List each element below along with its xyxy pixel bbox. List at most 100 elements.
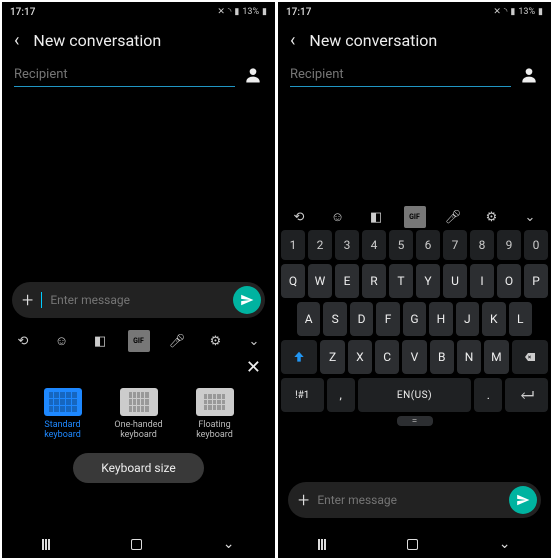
key-k[interactable]: K bbox=[482, 302, 505, 336]
key-f[interactable]: F bbox=[376, 302, 399, 336]
key-d[interactable]: D bbox=[350, 302, 373, 336]
key-u[interactable]: U bbox=[443, 264, 467, 298]
key-a[interactable]: A bbox=[297, 302, 320, 336]
key-y[interactable]: Y bbox=[416, 264, 440, 298]
key-3[interactable]: 3 bbox=[335, 230, 359, 260]
key-8[interactable]: 8 bbox=[470, 230, 494, 260]
key-j[interactable]: J bbox=[456, 302, 479, 336]
message-input[interactable] bbox=[50, 293, 225, 307]
text-cursor bbox=[41, 292, 42, 308]
key-2[interactable]: 2 bbox=[308, 230, 332, 260]
key-h[interactable]: H bbox=[429, 302, 452, 336]
key-6[interactable]: 6 bbox=[416, 230, 440, 260]
recipient-input[interactable] bbox=[14, 63, 235, 87]
status-icons: ✕ ◝ ▮ 13% ▮ bbox=[217, 7, 267, 17]
voice-icon[interactable]: 🎤︎ bbox=[442, 206, 464, 228]
key-w[interactable]: W bbox=[308, 264, 332, 298]
key-7[interactable]: 7 bbox=[443, 230, 467, 260]
nav-recent-icon[interactable] bbox=[318, 539, 326, 550]
send-button[interactable] bbox=[509, 486, 537, 514]
battery-icon: ▮ bbox=[262, 7, 267, 17]
key-l[interactable]: L bbox=[509, 302, 532, 336]
contact-icon[interactable] bbox=[243, 65, 263, 85]
key-1[interactable]: 1 bbox=[281, 230, 305, 260]
key-symbols[interactable]: !#1 bbox=[281, 378, 324, 412]
back-icon[interactable]: ‹ bbox=[290, 30, 295, 51]
chevron-down-icon[interactable]: ⌄ bbox=[519, 206, 541, 228]
attach-icon[interactable]: + bbox=[298, 488, 309, 512]
nav-home-icon[interactable] bbox=[131, 539, 142, 550]
contact-icon[interactable] bbox=[519, 65, 539, 85]
send-button[interactable] bbox=[233, 286, 261, 314]
kb-type-floating[interactable]: Floating keyboard bbox=[184, 388, 246, 441]
key-period[interactable]: . bbox=[474, 378, 502, 412]
key-0[interactable]: 0 bbox=[524, 230, 548, 260]
kb-type-standard[interactable]: Standard keyboard bbox=[32, 388, 94, 441]
key-m[interactable]: M bbox=[484, 340, 508, 374]
key-x[interactable]: X bbox=[348, 340, 372, 374]
key-5[interactable]: 5 bbox=[389, 230, 413, 260]
mute-icon: ✕ bbox=[493, 7, 501, 17]
key-comma[interactable]: , bbox=[327, 378, 355, 412]
close-button[interactable]: ✕ bbox=[2, 357, 275, 378]
keyboard-handle[interactable]: = bbox=[397, 416, 433, 426]
key-enter[interactable] bbox=[505, 378, 548, 412]
key-4[interactable]: 4 bbox=[362, 230, 386, 260]
key-shift[interactable] bbox=[281, 340, 317, 374]
message-input[interactable] bbox=[317, 493, 501, 507]
key-b[interactable]: B bbox=[430, 340, 454, 374]
key-e[interactable]: E bbox=[335, 264, 359, 298]
key-c[interactable]: C bbox=[375, 340, 399, 374]
settings-icon[interactable]: ⚙ bbox=[205, 330, 227, 352]
key-i[interactable]: I bbox=[470, 264, 494, 298]
emoji-icon[interactable]: ☺ bbox=[51, 330, 73, 352]
key-q[interactable]: Q bbox=[281, 264, 305, 298]
keyboard-type-chooser: ✕ Standard keyboard One-handed keyboard … bbox=[2, 357, 275, 483]
voice-icon[interactable]: 🎤︎ bbox=[166, 330, 188, 352]
key-backspace[interactable] bbox=[512, 340, 548, 374]
keyboard-size-button[interactable]: Keyboard size bbox=[73, 453, 203, 483]
nav-back-icon[interactable]: ⌄ bbox=[499, 536, 511, 552]
key-space[interactable]: EN(US) bbox=[358, 378, 471, 412]
key-t[interactable]: T bbox=[389, 264, 413, 298]
gif-icon[interactable]: GIF bbox=[404, 206, 426, 228]
key-p[interactable]: P bbox=[524, 264, 548, 298]
key-r[interactable]: R bbox=[362, 264, 386, 298]
keyboard-row4: !#1 , EN(US) . bbox=[281, 378, 548, 412]
status-bar: 17:17 ✕ ◝ ▮ 13% ▮ bbox=[2, 2, 275, 22]
message-compose: + bbox=[288, 482, 541, 518]
attach-icon[interactable]: + bbox=[22, 288, 33, 312]
keyboard-toolbar: ⟲ ☺ ◧ GIF 🎤︎ ⚙ ⌄ bbox=[278, 200, 551, 234]
settings-icon[interactable]: ⚙ bbox=[481, 206, 503, 228]
recipient-row bbox=[278, 59, 551, 87]
nav-back-icon[interactable]: ⌄ bbox=[223, 536, 235, 552]
sticker-icon[interactable]: ◧ bbox=[89, 330, 111, 352]
navigation-bar: ⌄ bbox=[278, 530, 551, 558]
app-header: ‹ New conversation bbox=[278, 22, 551, 59]
recipient-input[interactable] bbox=[290, 63, 511, 87]
key-g[interactable]: G bbox=[403, 302, 426, 336]
status-time: 17:17 bbox=[286, 7, 311, 18]
key-v[interactable]: V bbox=[402, 340, 426, 374]
back-icon[interactable]: ‹ bbox=[14, 30, 19, 51]
key-o[interactable]: O bbox=[497, 264, 521, 298]
emoji-icon[interactable]: ☺ bbox=[327, 206, 349, 228]
key-9[interactable]: 9 bbox=[497, 230, 521, 260]
nav-home-icon[interactable] bbox=[407, 539, 418, 550]
chevron-down-icon[interactable]: ⌄ bbox=[243, 330, 265, 352]
sticker-icon[interactable]: ◧ bbox=[365, 206, 387, 228]
kb-type-label: Floating keyboard bbox=[184, 420, 246, 441]
status-time: 17:17 bbox=[10, 7, 35, 18]
kb-type-onehanded[interactable]: One-handed keyboard bbox=[108, 388, 170, 441]
text-recognition-icon[interactable]: ⟲ bbox=[288, 206, 310, 228]
key-s[interactable]: S bbox=[323, 302, 346, 336]
key-z[interactable]: Z bbox=[320, 340, 344, 374]
keyboard-row1: Q W E R T Y U I O P bbox=[281, 264, 548, 298]
key-n[interactable]: N bbox=[457, 340, 481, 374]
battery-icon: ▮ bbox=[538, 7, 543, 17]
kb-type-label: Standard keyboard bbox=[32, 420, 94, 441]
nav-recent-icon[interactable] bbox=[42, 539, 50, 550]
wifi-icon: ◝ bbox=[228, 7, 232, 17]
gif-icon[interactable]: GIF bbox=[128, 330, 150, 352]
text-recognition-icon[interactable]: ⟲ bbox=[12, 330, 34, 352]
